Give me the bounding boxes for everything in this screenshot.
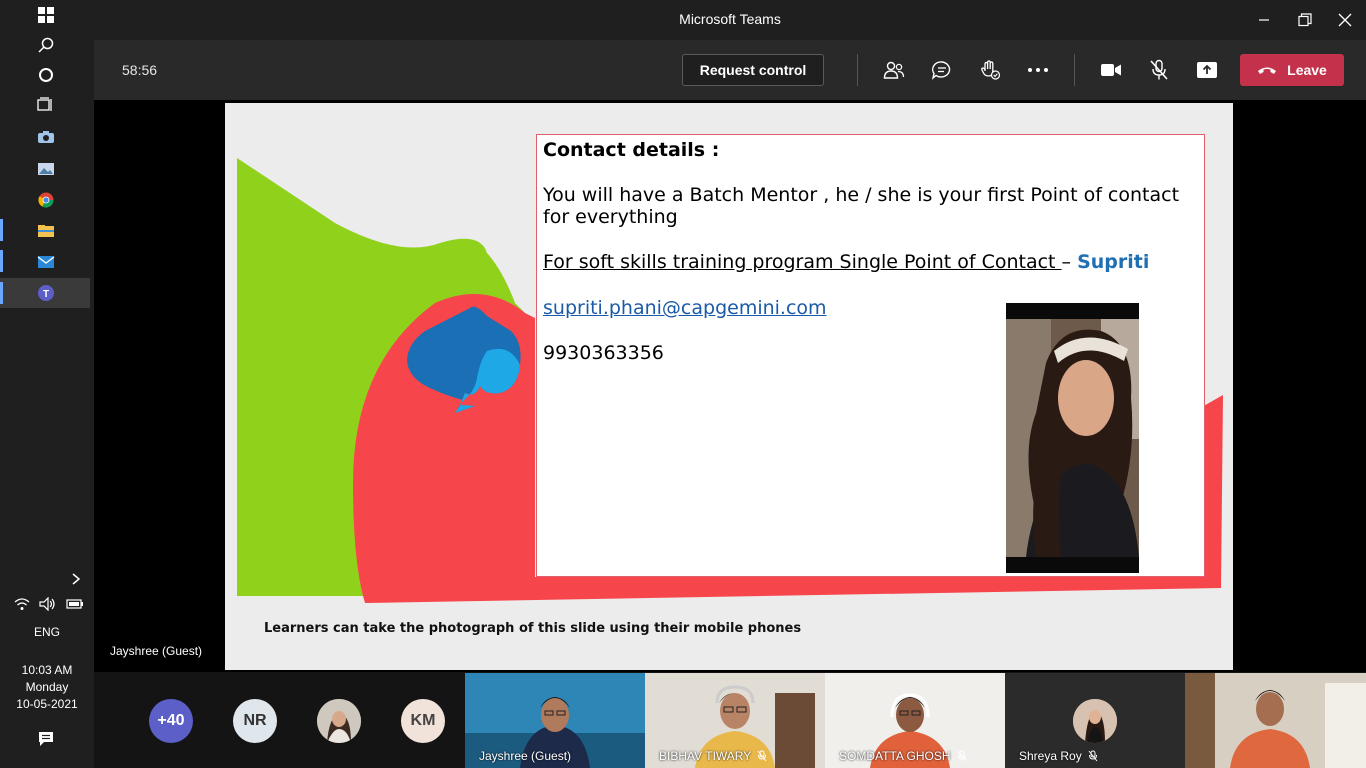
phone-number: 9930363356	[543, 342, 664, 364]
running-indicator	[0, 282, 3, 304]
participant-tile-no-video[interactable]: Shreya Roy	[1005, 673, 1185, 768]
raise-hand-icon[interactable]	[976, 56, 1004, 84]
title-bar: Microsoft Teams	[94, 0, 1366, 40]
cortana-icon[interactable]	[30, 62, 62, 88]
volume-icon	[39, 597, 55, 611]
participant-avatar[interactable]: KM	[401, 699, 445, 743]
file-explorer-icon[interactable]	[30, 218, 62, 244]
participant-name-group: SOMDATTA GHOSH	[839, 749, 967, 763]
participant-name: BIBHAV TIWARY	[659, 749, 752, 763]
participant-name: Shreya Roy	[1019, 749, 1082, 763]
notification-icon[interactable]	[30, 726, 62, 752]
minimize-button[interactable]	[1249, 8, 1279, 32]
request-control-button[interactable]: Request control	[682, 54, 824, 86]
camera-app-icon[interactable]	[30, 124, 62, 150]
mic-muted-icon[interactable]	[1145, 56, 1173, 84]
more-options-icon[interactable]	[1024, 56, 1052, 84]
running-indicator	[0, 250, 3, 272]
participant-name-group: Shreya Roy	[1019, 749, 1098, 763]
participant-name: SOMDATTA GHOSH	[839, 749, 951, 763]
slide-heading: Contact details :	[543, 139, 720, 161]
language-indicator[interactable]: ENG	[0, 625, 94, 639]
presentation-slide: Contact details : You will have a Batch …	[225, 103, 1233, 670]
presenter-label: Jayshree (Guest)	[110, 644, 203, 658]
toolbar-divider	[1074, 54, 1075, 86]
mic-muted-icon	[757, 750, 767, 762]
minimize-icon	[1259, 19, 1269, 21]
mic-muted-icon	[957, 750, 966, 762]
toolbar-divider	[857, 54, 858, 86]
participant-avatar-photo	[1073, 699, 1117, 743]
system-tray-icons	[14, 591, 84, 617]
clock-time[interactable]: 10:03 AM	[0, 663, 94, 677]
contact-photo	[1006, 303, 1139, 573]
restore-icon	[1298, 13, 1312, 27]
running-indicator	[0, 219, 3, 241]
battery-icon	[66, 599, 83, 609]
chrome-icon[interactable]	[30, 187, 62, 213]
clock-day[interactable]: Monday	[0, 680, 94, 694]
participants-icon[interactable]	[880, 56, 908, 84]
participant-video-tile[interactable]: Jayshree (Guest)	[465, 673, 645, 768]
chat-icon[interactable]	[928, 56, 956, 84]
leave-label: Leave	[1287, 62, 1327, 78]
photos-app-icon[interactable]	[30, 156, 62, 182]
camera-icon[interactable]	[1097, 56, 1125, 84]
svg-text:T: T	[43, 289, 49, 300]
contact-details-box: Contact details : You will have a Batch …	[536, 134, 1205, 577]
mail-icon[interactable]	[30, 249, 62, 275]
windows-start-icon[interactable]	[30, 2, 62, 28]
participant-video-tile[interactable]: BIBHAV TIWARY	[645, 673, 825, 768]
participant-name: Jayshree (Guest)	[479, 749, 572, 763]
more-participants-button[interactable]: +40	[149, 699, 193, 743]
search-icon[interactable]	[30, 32, 62, 58]
clock-date[interactable]: 10-05-2021	[0, 697, 94, 711]
slide-footnote: Learners can take the photograph of this…	[264, 621, 802, 636]
wifi-icon	[14, 598, 30, 610]
share-screen-icon[interactable]	[1193, 56, 1221, 84]
task-view-icon[interactable]	[30, 92, 62, 118]
restore-button[interactable]	[1290, 8, 1320, 32]
email-link: supriti.phani@capgemini.com	[543, 297, 827, 319]
participant-video-tile[interactable]: SOMDATTA GHOSH	[825, 673, 1005, 768]
windows-taskbar: T ENG 10:03 AM Monday 10-05-2021	[0, 0, 94, 768]
chevron-right-icon[interactable]	[60, 566, 92, 592]
mentor-text: You will have a Batch Mentor , he / she …	[543, 184, 1180, 228]
spoc-text: For soft skills training program Single …	[543, 251, 1062, 273]
participant-name-group: BIBHAV TIWARY	[659, 749, 767, 763]
participants-strip: +40 NR KM Jayshree (Guest) BIBHAV TIWARY…	[94, 672, 1366, 768]
spoc-dash: –	[1061, 251, 1078, 273]
close-icon	[1338, 13, 1352, 27]
spoc-line: For soft skills training program Single …	[543, 251, 1149, 273]
teams-icon[interactable]: T	[30, 280, 62, 306]
hang-up-icon	[1258, 67, 1277, 74]
close-button[interactable]	[1330, 8, 1360, 32]
participant-avatar[interactable]: NR	[233, 699, 277, 743]
call-control-bar: 58:56 Request control Leave	[94, 40, 1366, 100]
window-title: Microsoft Teams	[679, 11, 781, 27]
spoc-name: Supriti	[1077, 251, 1150, 273]
shared-screen-stage: Contact details : You will have a Batch …	[94, 100, 1366, 672]
participant-video-tile[interactable]	[1185, 673, 1366, 768]
participant-avatar-photo[interactable]	[317, 699, 361, 743]
leave-button[interactable]: Leave	[1240, 54, 1344, 86]
mic-muted-icon	[1088, 750, 1098, 762]
call-timer: 58:56	[122, 62, 158, 78]
